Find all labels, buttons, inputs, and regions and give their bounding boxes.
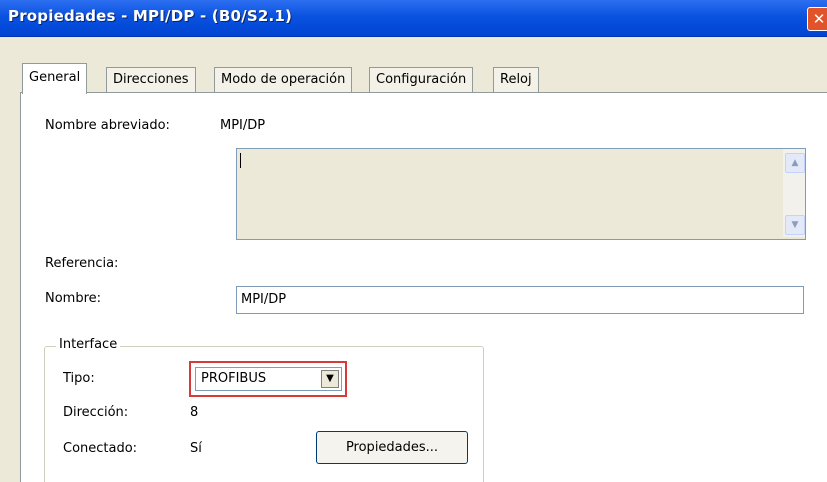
type-label: Tipo:	[63, 371, 95, 386]
tab-modo-de-operacion[interactable]: Modo de operación	[214, 67, 353, 93]
comment-textarea[interactable]: ▲ ▼	[236, 148, 806, 240]
properties-button[interactable]: Propiedades...	[316, 431, 468, 464]
close-icon: ✕	[812, 10, 826, 28]
connected-label: Conectado:	[63, 441, 138, 456]
scroll-up-arrow-icon[interactable]: ▲	[785, 153, 805, 173]
type-dropdown[interactable]: PROFIBUS ▼	[195, 367, 342, 391]
tab-direcciones[interactable]: Direcciones	[106, 67, 196, 93]
dropdown-arrow-icon[interactable]: ▼	[321, 370, 339, 388]
short-name-label: Nombre abreviado:	[45, 118, 170, 133]
type-dropdown-value: PROFIBUS	[201, 371, 267, 386]
name-input[interactable]: MPI/DP	[236, 286, 804, 314]
title-bar: Propiedades - MPI/DP - (B0/S2.1) ✕	[0, 0, 827, 37]
address-label: Dirección:	[63, 405, 129, 420]
name-label: Nombre:	[45, 291, 102, 306]
scroll-down-arrow-icon[interactable]: ▼	[785, 215, 805, 235]
comment-scrollbar[interactable]: ▲ ▼	[783, 149, 805, 237]
close-button[interactable]: ✕	[807, 7, 827, 31]
connected-value: Sí	[190, 441, 202, 456]
tab-general[interactable]: General	[22, 63, 88, 94]
tab-reloj[interactable]: Reloj	[493, 67, 539, 93]
reference-label: Referencia:	[45, 256, 119, 271]
short-name-value: MPI/DP	[220, 118, 266, 133]
tab-configuracion[interactable]: Configuración	[369, 67, 474, 93]
name-input-value: MPI/DP	[241, 292, 287, 307]
window-title: Propiedades - MPI/DP - (B0/S2.1)	[8, 7, 293, 25]
interface-legend: Interface	[56, 337, 121, 352]
text-caret	[240, 153, 241, 168]
address-value: 8	[190, 405, 199, 420]
